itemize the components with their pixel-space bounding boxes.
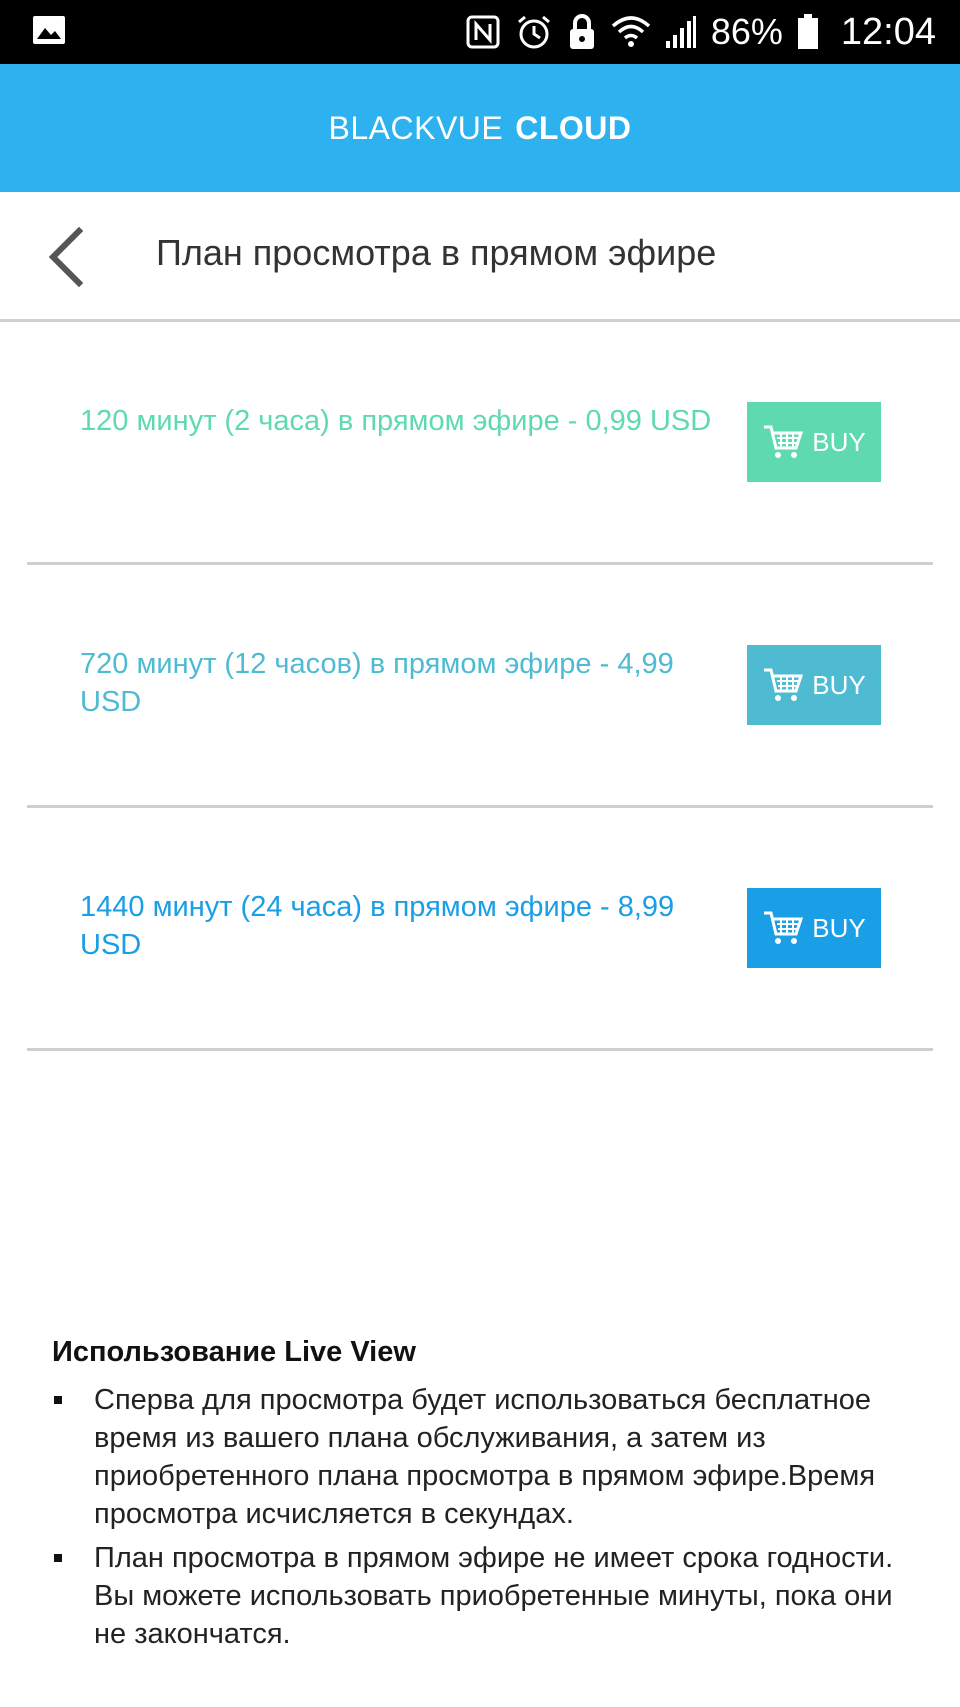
wifi-icon [611, 14, 651, 50]
plan-row: 720 минут (12 часов) в прямом эфире - 4,… [27, 565, 933, 808]
brand-name-bold: CLOUD [515, 109, 632, 146]
plan-label: 720 минут (12 часов) в прямом эфире - 4,… [80, 648, 674, 718]
buy-button-120-min[interactable]: BUY [747, 402, 881, 482]
buy-button-1440-min[interactable]: BUY [747, 888, 881, 968]
gallery-notification-icon [32, 15, 66, 50]
plan-row: 120 минут (2 часа) в прямом эфире - 0,99… [27, 322, 933, 565]
page-title: План просмотра в прямом эфире [156, 232, 717, 273]
live-view-info: Использование Live View Сперва для просм… [52, 1336, 912, 1659]
app-header: BLACKVUE CLOUD [0, 64, 960, 192]
plan-label: 1440 минут (24 часа) в прямом эфире - 8,… [80, 891, 675, 961]
cell-signal-icon [665, 15, 697, 49]
back-button[interactable] [40, 224, 90, 290]
info-item: Сперва для просмотра будет использоватьс… [52, 1381, 912, 1533]
buy-button-label: BUY [812, 669, 866, 700]
buy-button-label: BUY [812, 912, 866, 943]
alarm-icon [515, 13, 553, 51]
buy-button-720-min[interactable]: BUY [747, 645, 881, 725]
shopping-cart-icon [764, 425, 804, 458]
plan-row: 1440 минут (24 часа) в прямом эфире - 8,… [27, 808, 933, 1051]
bullet-icon [54, 1554, 62, 1562]
nfc-icon [465, 14, 501, 50]
info-list: Сперва для просмотра будет использоватьс… [52, 1381, 912, 1653]
status-bar: 86% 12:04 [0, 0, 960, 64]
brand-name: BLACKVUE [328, 109, 504, 146]
chevron-left-icon [48, 227, 84, 287]
info-item-text: Сперва для просмотра будет использоватьс… [94, 1384, 876, 1530]
info-item: План просмотра в прямом эфире не имеет с… [52, 1539, 912, 1653]
plan-label: 120 минут (2 часа) в прямом эфире - 0,99… [80, 405, 712, 437]
battery-percentage: 86% [710, 11, 783, 52]
shopping-cart-icon [764, 911, 804, 944]
lock-icon [567, 13, 597, 51]
shopping-cart-icon [764, 668, 804, 701]
info-item-text: План просмотра в прямом эфире не имеет с… [94, 1542, 894, 1650]
battery-icon [797, 14, 819, 50]
title-bar: План просмотра в прямом эфире [0, 192, 960, 322]
clock: 12:04 [840, 10, 936, 53]
bullet-icon [54, 1396, 62, 1404]
info-heading: Использование Live View [52, 1336, 416, 1368]
buy-button-label: BUY [812, 426, 866, 457]
